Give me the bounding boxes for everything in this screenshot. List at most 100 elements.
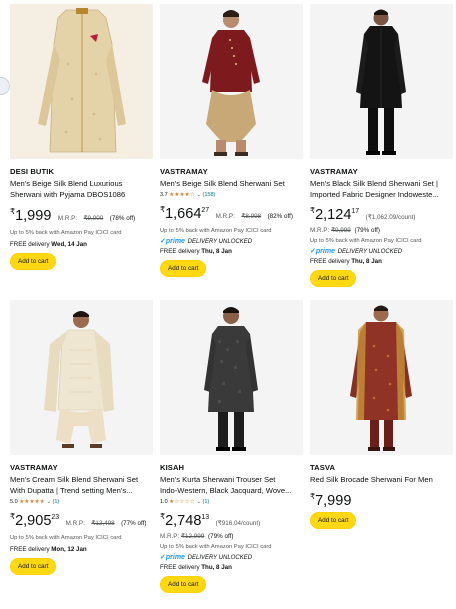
price-value: 7,999 [315, 493, 352, 509]
product-title[interactable]: Men's Beige Silk Blend Sherwani Set [160, 178, 303, 189]
delivery-prefix: FREE delivery [310, 258, 350, 265]
mrp-line: M.R.P: ₹9,999 (79% off) [310, 226, 453, 235]
prime-label: prime [165, 554, 185, 561]
delivery-date: Thu, 8 Jan [351, 258, 382, 265]
add-to-cart-button[interactable]: Add to cart [160, 576, 207, 593]
rating-value: 3.7 [160, 192, 168, 198]
delivery-date: Thu, 8 Jan [201, 564, 232, 571]
product-image[interactable] [10, 300, 153, 455]
delivery-prefix: FREE delivery [10, 546, 50, 553]
price-row: ₹2,90523 M.R.P: ₹12,498 (77% off) [10, 509, 153, 532]
mrp-value: ₹9,999 [331, 227, 351, 234]
price-row: ₹2,12417 (₹1,062.09/count) [310, 203, 453, 226]
delivery-date: Wed, 14 Jan [51, 241, 87, 248]
rating-count[interactable]: (158) [203, 192, 216, 198]
mrp-value: ₹9,000 [83, 215, 104, 222]
sherwani-photo [10, 4, 153, 159]
product-card-6[interactable]: TASVA Red Silk Brocade Sherwani For Men … [310, 300, 453, 529]
product-title[interactable]: Men's Black Silk Blend Sherwani Set | Im… [310, 178, 453, 200]
delivery-info: FREE delivery Mon, 12 Jan [10, 545, 153, 555]
product-title-line[interactable]: With Dupatta | Trend setting Men's... [10, 485, 153, 496]
delivery-info: FREE delivery Thu, 8 Jan [310, 257, 453, 267]
product-title-line[interactable]: Sherwani with Pyjama DBOS1086 [10, 189, 153, 200]
add-to-cart-button[interactable]: Add to cart [10, 253, 57, 270]
star-rating-icon[interactable]: ★☆☆☆☆ [169, 499, 195, 505]
price-row: ₹1,66427 M.R.P: ₹8,998 (82% off) [160, 202, 303, 225]
product-card-5[interactable]: KISAH Men's Kurta Sherwani Trouser Set I… [160, 300, 303, 593]
sherwani-photo [310, 4, 453, 159]
delivery-date: Mon, 12 Jan [51, 546, 87, 553]
prime-badge: ✓prime DELIVERY UNLOCKED [160, 553, 303, 563]
cashback-offer: Up to 5% back with Amazon Pay ICICI card [160, 228, 272, 234]
product-card-1[interactable]: DESI BUTIK Men's Beige Silk Blend Luxuri… [10, 4, 153, 270]
product-image[interactable] [310, 300, 453, 455]
rating-value: 5.0 [10, 499, 18, 505]
price-value: 2,124 [315, 207, 352, 223]
carousel-left-arrow[interactable] [0, 77, 10, 95]
rating-row[interactable]: 1.0 ★☆☆☆☆ ⌄ (1) [160, 498, 303, 507]
product-title[interactable]: Men's Beige Silk Blend Luxurious Sherwan… [10, 178, 153, 200]
add-to-cart-button[interactable]: Add to cart [160, 260, 207, 277]
delivery-date: Thu, 8 Jan [201, 248, 232, 255]
delivery-info: FREE delivery Thu, 8 Jan [160, 247, 303, 257]
star-rating-icon[interactable]: ★★★★☆ [169, 192, 195, 198]
product-brand: TASVA [310, 463, 336, 472]
unit-price: (₹916.04/count) [215, 520, 261, 527]
add-to-cart-button[interactable]: Add to cart [10, 558, 57, 575]
add-to-cart-button[interactable]: Add to cart [310, 512, 357, 529]
product-card-2[interactable]: VASTRAMAY Men's Beige Silk Blend Sherwan… [160, 4, 303, 277]
sherwani-photo [310, 300, 453, 455]
product-brand: DESI BUTIK [10, 167, 55, 176]
price-fraction: 13 [201, 514, 210, 521]
rating-count[interactable]: (1) [203, 499, 210, 505]
product-title-line[interactable]: Indo-Western, Black Jacquard, Wove... [160, 485, 303, 496]
price-row: ₹1,999 M.R.P: ₹9,000 (78% off) [10, 204, 153, 227]
chevron-down-icon[interactable]: ⌄ [46, 499, 51, 505]
prime-badge: ✓prime DELIVERY UNLOCKED [160, 237, 303, 247]
add-to-cart-button[interactable]: Add to cart [310, 270, 357, 287]
delivery-info: FREE delivery Wed, 14 Jan [10, 240, 153, 250]
sherwani-photo [160, 300, 303, 455]
prime-note: DELIVERY UNLOCKED [337, 249, 403, 255]
rating-row[interactable]: 5.0 ★★★★★ ⌄ (1) [10, 498, 153, 507]
price-fraction: 23 [51, 514, 60, 521]
price-value: 1,999 [15, 208, 52, 224]
star-rating-icon[interactable]: ★★★★★ [19, 499, 45, 505]
product-image[interactable] [10, 4, 153, 159]
product-title-line[interactable]: Imported Fabric Designer Indoweste... [310, 189, 453, 200]
product-image[interactable] [160, 300, 303, 455]
product-title-line[interactable]: Men's Black Silk Blend Sherwani Set | [310, 178, 453, 189]
product-title-line[interactable]: Men's Beige Silk Blend Luxurious [10, 178, 153, 189]
cashback-offer: Up to 5% back with Amazon Pay ICICI card [160, 544, 272, 550]
mrp-line: M.R.P: ₹12,999 (79% off) [160, 532, 303, 541]
discount-percent: (78% off) [109, 215, 136, 222]
rating-count[interactable]: (1) [53, 499, 60, 505]
cashback-offer: Up to 5% back with Amazon Pay ICICI card [10, 230, 122, 236]
product-title-line[interactable]: Men's Cream Silk Blend Sherwani Set [10, 474, 153, 485]
mrp-label: M.R.P: [310, 227, 330, 234]
mrp-value: ₹12,999 [181, 533, 205, 540]
mrp-value: ₹8,998 [241, 213, 262, 220]
product-card-3[interactable]: VASTRAMAY Men's Black Silk Blend Sherwan… [310, 4, 453, 287]
discount-percent: (79% off) [208, 533, 234, 540]
prime-note: DELIVERY UNLOCKED [187, 239, 253, 245]
mrp-label: M.R.P: [160, 533, 180, 540]
product-card-4[interactable]: VASTRAMAY Men's Cream Silk Blend Sherwan… [10, 300, 153, 575]
price-value: 2,748 [165, 513, 202, 529]
rating-row[interactable]: 3.7 ★★★★☆ ⌄ (158) [160, 191, 303, 200]
cashback-offer: Up to 5% back with Amazon Pay ICICI card [10, 535, 122, 541]
product-title[interactable]: Men's Kurta Sherwani Trouser Set Indo-We… [160, 474, 303, 496]
product-title[interactable]: Men's Cream Silk Blend Sherwani Set With… [10, 474, 153, 496]
chevron-down-icon[interactable]: ⌄ [196, 192, 201, 198]
discount-percent: (77% off) [121, 520, 147, 527]
product-title[interactable]: Red Silk Brocade Sherwani For Men [310, 474, 453, 485]
product-brand: VASTRAMAY [310, 167, 358, 176]
delivery-prefix: FREE delivery [10, 241, 50, 248]
product-image[interactable] [310, 4, 453, 159]
product-title-line[interactable]: Red Silk Brocade Sherwani For Men [310, 474, 453, 485]
product-title-line[interactable]: Men's Kurta Sherwani Trouser Set [160, 474, 303, 485]
product-image[interactable] [160, 4, 303, 159]
discount-percent: (82% off) [267, 213, 293, 220]
product-title-line[interactable]: Men's Beige Silk Blend Sherwani Set [160, 178, 303, 189]
chevron-down-icon[interactable]: ⌄ [196, 499, 201, 505]
